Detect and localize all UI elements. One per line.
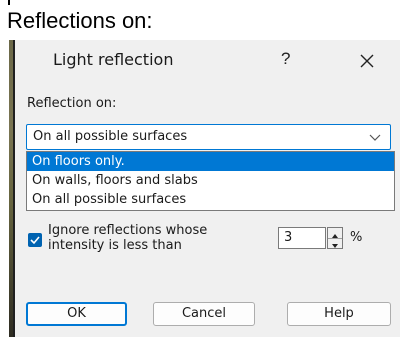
reflection-dropdown-list: On floors only. On walls, floors and sla… [26, 151, 395, 211]
ok-button[interactable]: OK [26, 302, 127, 326]
ignore-label-line1: Ignore reflections whose [48, 223, 208, 238]
ignore-reflections-checkbox[interactable] [28, 233, 42, 247]
option-walls-floors-slabs[interactable]: On walls, floors and slabs [27, 171, 394, 190]
light-reflection-dialog: Light reflection ? Reflection on: On all… [9, 40, 400, 337]
top-edge-mark [8, 0, 10, 5]
cancel-button[interactable]: Cancel [153, 302, 255, 326]
help-question-button[interactable]: ? [281, 49, 290, 69]
percent-unit: % [350, 230, 363, 245]
page-heading: Reflections on: [7, 8, 153, 33]
reflection-on-label: Reflection on: [27, 96, 117, 111]
option-all-surfaces[interactable]: On all possible surfaces [27, 190, 394, 209]
intensity-spinner[interactable] [327, 227, 343, 249]
window-border [13, 40, 15, 337]
ignore-label-line2: intensity is less than [48, 238, 182, 253]
combobox-value: On all possible surfaces [33, 129, 188, 144]
reflection-combobox[interactable]: On all possible surfaces [26, 124, 391, 150]
chevron-down-icon [369, 134, 381, 141]
option-floors-only[interactable]: On floors only. [27, 152, 394, 171]
dialog-title: Light reflection [53, 50, 174, 69]
intensity-threshold-input[interactable]: 3 [278, 227, 326, 249]
triangle-down-icon [332, 244, 338, 248]
ignore-reflections-label: Ignore reflections whose intensity is le… [48, 223, 268, 253]
close-icon[interactable] [356, 50, 378, 72]
help-button[interactable]: Help [287, 302, 391, 326]
checkmark-icon [30, 236, 40, 245]
spin-down-button[interactable] [328, 238, 342, 248]
